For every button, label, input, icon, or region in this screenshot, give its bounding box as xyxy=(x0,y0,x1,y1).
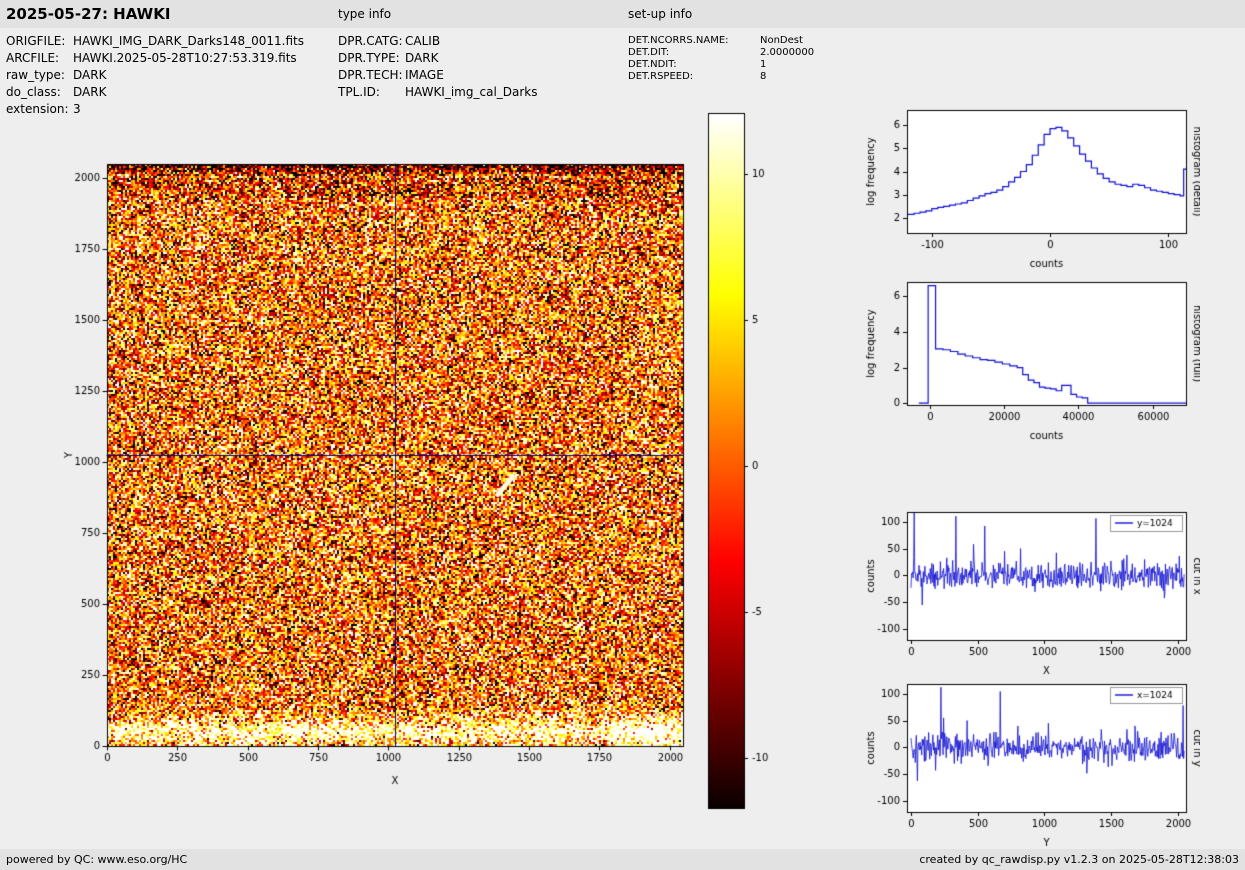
page-title: 2025-05-27: HAWKI xyxy=(6,0,170,28)
field-value: DARK xyxy=(73,85,106,99)
field-value: HAWKI_img_cal_Darks xyxy=(405,85,538,99)
type-info-row: DPR.TECH:IMAGE xyxy=(338,67,538,84)
type-info-row: DPR.TYPE:DARK xyxy=(338,50,538,67)
type-info-block: DPR.CATG:CALIB DPR.TYPE:DARK DPR.TECH:IM… xyxy=(338,33,538,101)
file-info-row: raw_type:DARK xyxy=(6,67,304,84)
setup-info-block: DET.NCORRS.NAME:NonDest DET.DIT:2.000000… xyxy=(628,35,814,83)
field-label: ARCFILE: xyxy=(6,50,73,67)
setup-info-heading: set-up info xyxy=(628,0,692,28)
field-label: raw_type: xyxy=(6,67,73,84)
field-value: NonDest xyxy=(760,35,803,46)
field-label: DPR.TECH: xyxy=(338,67,405,84)
created-by-text: created by qc_rawdisp.py v1.2.3 on 2025-… xyxy=(919,849,1239,870)
file-info-row: do_class:DARK xyxy=(6,84,304,101)
field-label: DPR.CATG: xyxy=(338,33,405,50)
field-label: ORIGFILE: xyxy=(6,33,73,50)
field-value: HAWKI_IMG_DARK_Darks148_0011.fits xyxy=(73,34,304,48)
field-value: IMAGE xyxy=(405,68,444,82)
field-label: TPL.ID: xyxy=(338,84,405,101)
field-label: do_class: xyxy=(6,84,73,101)
setup-info-row: DET.NDIT:1 xyxy=(628,59,814,71)
histogram-detail-canvas xyxy=(855,95,1200,285)
qc-report-page: 2025-05-27: HAWKI type info set-up info … xyxy=(0,0,1245,870)
field-value: 8 xyxy=(760,71,766,82)
field-label: DPR.TYPE: xyxy=(338,50,405,67)
field-value: CALIB xyxy=(405,34,440,48)
field-value: DARK xyxy=(73,68,106,82)
field-value: 1 xyxy=(760,59,766,70)
field-value: DARK xyxy=(405,51,438,65)
type-info-heading: type info xyxy=(338,0,391,28)
cut-in-x-canvas xyxy=(855,497,1200,692)
footer-bar: powered by QC: www.eso.org/HC created by… xyxy=(0,849,1245,870)
field-label: DET.NDIT: xyxy=(628,59,760,71)
cut-in-y-canvas xyxy=(855,669,1200,864)
setup-info-row: DET.DIT:2.0000000 xyxy=(628,47,814,59)
header-bar: 2025-05-27: HAWKI type info set-up info xyxy=(0,0,1245,28)
colorbar-canvas xyxy=(703,105,793,820)
field-value: HAWKI.2025-05-28T10:27:53.319.fits xyxy=(73,51,297,65)
qc-home-link[interactable]: powered by QC: www.eso.org/HC xyxy=(6,849,187,870)
type-info-row: DPR.CATG:CALIB xyxy=(338,33,538,50)
field-label: DET.RSPEED: xyxy=(628,71,760,83)
field-label: DET.NCORRS.NAME: xyxy=(628,35,760,47)
setup-info-row: DET.RSPEED:8 xyxy=(628,71,814,83)
file-info-row: ARCFILE:HAWKI.2025-05-28T10:27:53.319.fi… xyxy=(6,50,304,67)
type-info-row: TPL.ID:HAWKI_img_cal_Darks xyxy=(338,84,538,101)
setup-info-row: DET.NCORRS.NAME:NonDest xyxy=(628,35,814,47)
histogram-full-canvas xyxy=(855,267,1200,457)
field-label: DET.DIT: xyxy=(628,47,760,59)
file-info-row: ORIGFILE:HAWKI_IMG_DARK_Darks148_0011.fi… xyxy=(6,33,304,50)
raw-image-canvas xyxy=(40,100,700,800)
field-value: 2.0000000 xyxy=(760,47,814,58)
